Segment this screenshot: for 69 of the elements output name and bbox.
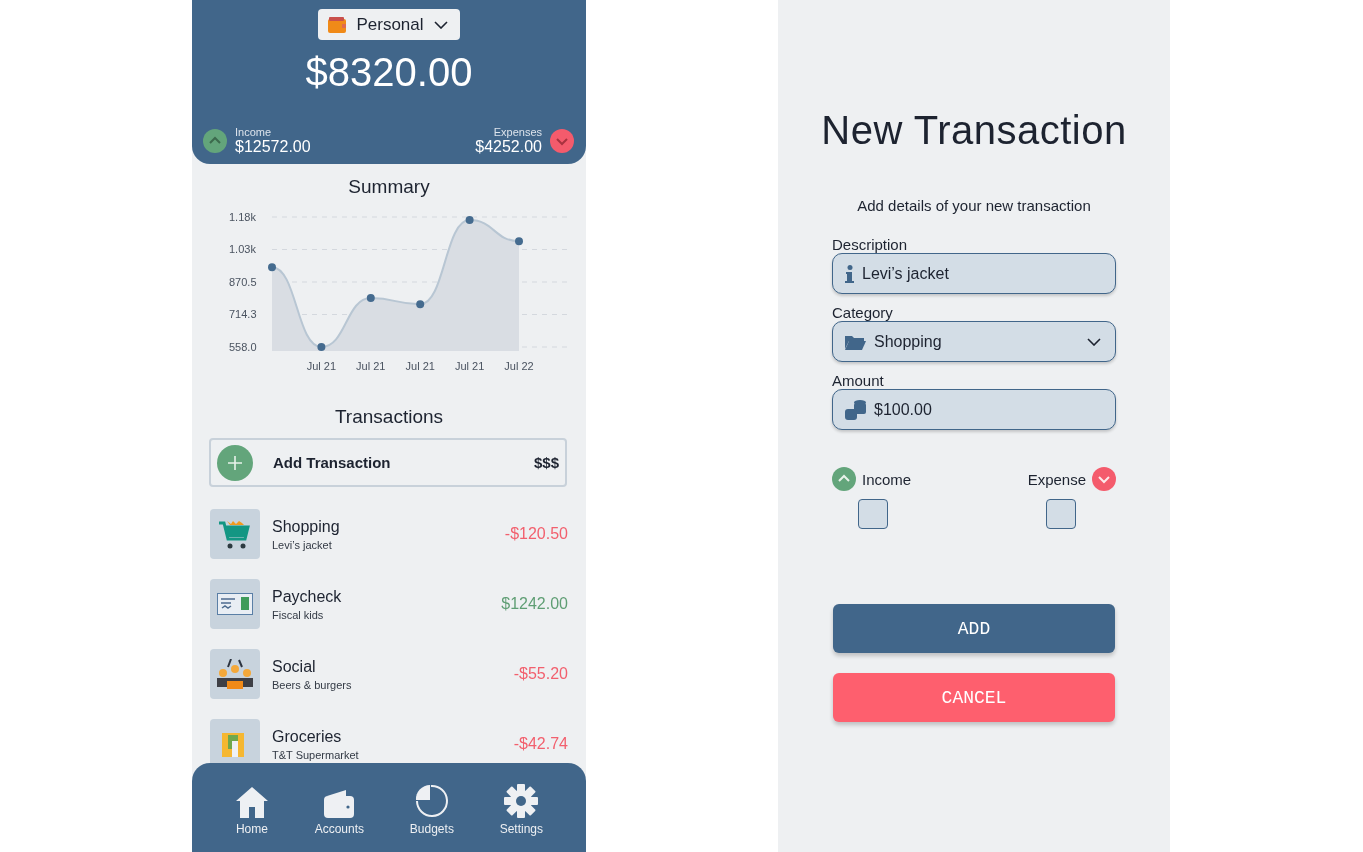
transaction-amount: $1242.00	[501, 595, 568, 613]
axis-label: Jul 21	[356, 360, 386, 372]
axis-label: Jul 21	[405, 360, 435, 372]
chevron-down-icon	[1087, 337, 1101, 346]
input-field[interactable]: Levi’s jacket	[832, 253, 1116, 294]
axis-label: 1.18k	[229, 211, 256, 223]
wallet-icon	[324, 788, 355, 818]
income-label: Income	[235, 126, 273, 138]
plus-icon	[217, 444, 253, 481]
transaction-description: Fiscal kids	[272, 608, 325, 621]
wallet-icon	[328, 16, 347, 33]
transaction-amount: -$42.74	[513, 735, 568, 753]
axis-label: 558.0	[229, 341, 257, 353]
axis-label: Jul 22	[504, 360, 534, 372]
nav-tab[interactable]: Budgets	[409, 784, 454, 852]
type-label: Expense	[1027, 470, 1086, 488]
axis-label: 714.3	[229, 308, 257, 321]
transaction-title: Paycheck	[272, 587, 343, 606]
field-label: Category	[832, 304, 894, 321]
type-label: Income	[862, 470, 912, 488]
arrow-up-icon	[832, 467, 856, 491]
form-title: New Transaction	[821, 108, 1127, 153]
data-point	[515, 237, 523, 246]
income-amount: $12572.00	[235, 138, 311, 156]
add-transaction-button[interactable]: Add Transaction $$$	[209, 438, 567, 487]
transaction-description: Beers & burgers	[272, 678, 353, 691]
transaction-description: Levi’s jacket	[272, 538, 333, 551]
form-subtitle: Add details of your new transaction	[857, 197, 1091, 214]
axis-label: Jul 21	[306, 360, 337, 372]
people-icon	[216, 659, 254, 689]
arrow-down-icon	[1092, 467, 1116, 491]
check-icon	[217, 593, 253, 615]
chevron-down-icon	[433, 20, 448, 29]
transaction-title: Shopping	[272, 517, 341, 536]
expenses-label: Expenses	[492, 126, 542, 138]
folder-icon	[845, 333, 866, 350]
transaction-amount: -$55.20	[513, 665, 568, 683]
field-label: Description	[832, 236, 909, 253]
add-button[interactable]: ADD	[833, 604, 1115, 653]
axis-label: Jul 21	[454, 360, 485, 372]
transaction-title: Groceries	[272, 727, 343, 746]
data-point	[465, 216, 474, 225]
nav-tab[interactable]: Home	[234, 786, 269, 852]
checkbox[interactable]	[858, 499, 888, 529]
info-icon	[845, 264, 854, 283]
balance-amount: $8320.00	[305, 50, 473, 95]
pie-chart-icon	[414, 784, 449, 818]
field-label: Amount	[832, 372, 885, 389]
section-title: Transactions	[333, 406, 445, 428]
data-point	[268, 263, 276, 272]
account-dropdown[interactable]: Personal	[318, 9, 460, 40]
expenses-amount: $4252.00	[475, 138, 542, 156]
arrow-up-icon	[203, 129, 227, 153]
axis-label: 1.03k	[229, 243, 256, 256]
transaction-description: T&T Supermarket	[272, 748, 360, 761]
section-title: Summary	[347, 176, 431, 198]
transaction-amount: -$120.50	[504, 525, 568, 543]
axis-label: 870.5	[229, 276, 257, 288]
checkbox[interactable]	[1046, 499, 1076, 529]
nav-tab[interactable]: Accounts	[314, 788, 365, 852]
data-point	[416, 300, 425, 309]
transaction-title: Social	[272, 657, 317, 676]
input-field[interactable]: $100.00	[832, 389, 1116, 430]
category-dropdown[interactable]: Shopping	[832, 321, 1116, 362]
data-point	[317, 343, 326, 351]
arrow-down-icon	[550, 129, 574, 153]
data-point	[366, 294, 375, 303]
home-icon	[234, 786, 269, 818]
nav-tab[interactable]: Settings	[499, 784, 544, 852]
